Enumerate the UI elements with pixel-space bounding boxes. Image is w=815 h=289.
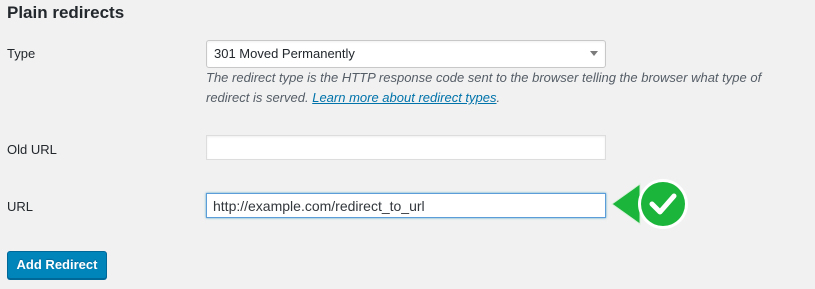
learn-more-link[interactable]: Learn more about redirect types xyxy=(312,90,496,105)
redirect-form: Plain redirects Type 301 Moved Permanent… xyxy=(0,0,815,289)
checkmark-icon xyxy=(611,179,688,229)
url-label: URL xyxy=(7,199,34,214)
add-redirect-button[interactable]: Add Redirect xyxy=(7,251,107,279)
redirect-type-select[interactable]: 301 Moved Permanently xyxy=(206,40,606,68)
old-url-label: Old URL xyxy=(7,142,57,157)
section-title: Plain redirects xyxy=(7,3,125,22)
url-input[interactable] xyxy=(206,193,606,218)
old-url-input[interactable] xyxy=(206,135,606,160)
type-label: Type xyxy=(7,46,36,61)
redirect-type-description: The redirect type is the HTTP response c… xyxy=(206,68,806,108)
description-suffix: . xyxy=(496,90,501,105)
redirect-type-selected-value: 301 Moved Permanently xyxy=(214,46,355,61)
chevron-down-icon xyxy=(590,51,598,56)
